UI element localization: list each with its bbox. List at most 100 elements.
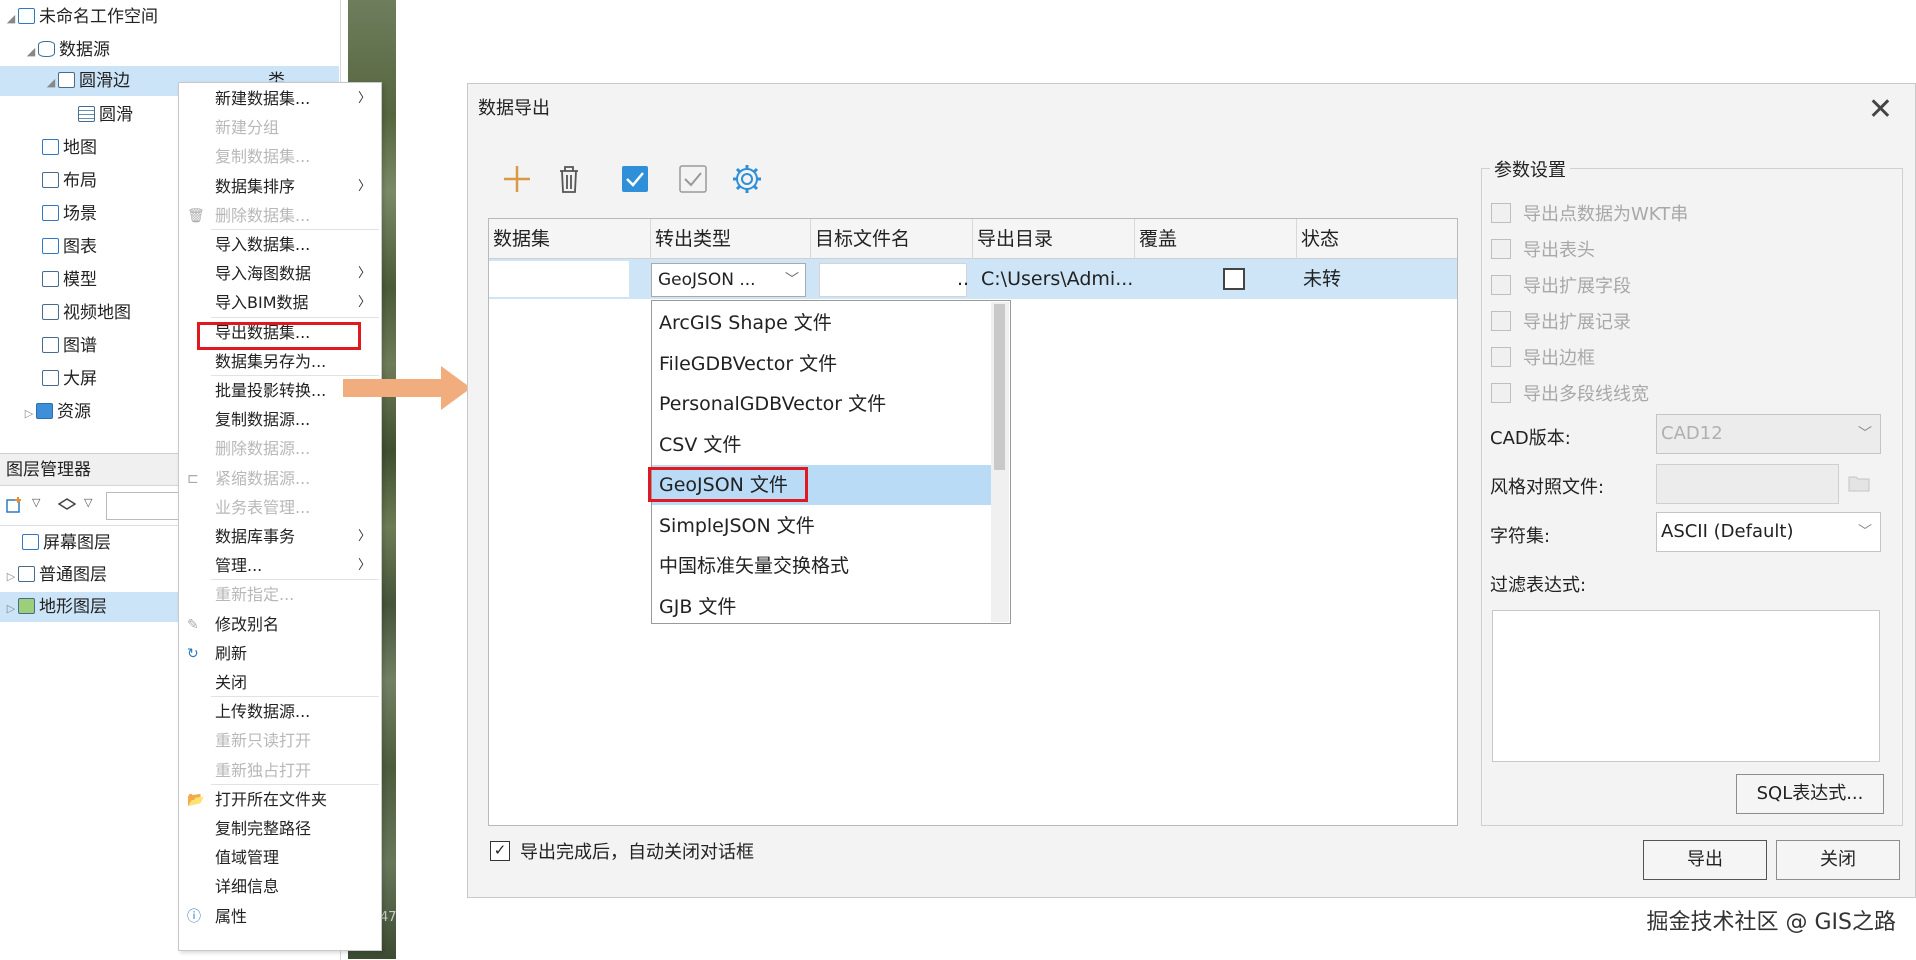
menu-item[interactable]: 值域管理 (179, 843, 381, 872)
menu-item[interactable]: 上传数据源... (179, 697, 381, 726)
settings-gear-icon[interactable] (728, 160, 766, 198)
datasource-context-menu: 新建数据集... 〉新建分组 复制数据集... 数据集排序〉删除数据集... 🗑 导入数据… (178, 82, 382, 951)
cad-version-select[interactable]: CAD12 ﹀ (1656, 414, 1881, 454)
cad-version-label: CAD版本: (1490, 428, 1571, 449)
dropdown-option[interactable]: SimpleJSON 文件 (652, 506, 991, 546)
column-header[interactable]: 数据集 (489, 219, 651, 259)
layer-item[interactable]: 屏幕图层 (22, 528, 111, 558)
tree-item-resources[interactable]: ▷ 资源 (22, 397, 91, 427)
menu-item[interactable]: 关闭 (179, 668, 381, 697)
dropdown-option[interactable]: GJB 文件 (652, 587, 991, 627)
folder-icon (36, 403, 53, 419)
menu-item[interactable]: 详细信息 (179, 872, 381, 901)
screen-layer-icon (22, 534, 39, 550)
menu-item[interactable]: 导入海图数据〉 (179, 259, 381, 288)
database-icon (58, 72, 75, 88)
layer-item[interactable]: ▷ 普通图层 (4, 560, 107, 590)
tree-item-layouts[interactable]: 布局 (42, 166, 97, 196)
menu-item[interactable]: 数据库事务〉 (179, 522, 381, 551)
tree-item-graphs[interactable]: 图谱 (42, 331, 97, 361)
menu-item[interactable]: 管理... 〉 (179, 551, 381, 580)
target-filename-input[interactable] (819, 263, 967, 297)
menu-item[interactable]: 导入数据集... (179, 230, 381, 259)
chevron-down-icon[interactable]: ▽ (84, 496, 92, 509)
menu-item[interactable]: 刷新 ↻ (179, 639, 381, 668)
wkt-checkbox[interactable]: 导出点数据为WKT串 (1491, 202, 1688, 228)
ext-field-checkbox[interactable]: 导出扩展字段 (1491, 274, 1631, 300)
sql-expression-button[interactable]: SQL表达式... (1736, 774, 1884, 814)
polyline-width-checkbox[interactable]: 导出多段线线宽 (1491, 382, 1649, 408)
expand-arrow-icon[interactable]: ▷ (22, 399, 36, 429)
video-map-icon (42, 304, 59, 320)
export-item-highlight (197, 322, 361, 350)
layers-icon[interactable] (58, 497, 76, 513)
folder-icon[interactable] (1848, 474, 1870, 492)
column-header[interactable]: 目标文件名 (811, 219, 973, 259)
collapse-arrow-icon[interactable]: ◢ (44, 68, 58, 98)
tree-item-screens[interactable]: 大屏 (42, 364, 97, 394)
column-header[interactable]: 覆盖 (1135, 219, 1297, 259)
add-icon[interactable] (498, 160, 536, 198)
expand-arrow-icon[interactable]: ▷ (4, 594, 18, 624)
menu-item[interactable]: 新建数据集... 〉 (179, 84, 381, 113)
dataset-cell[interactable] (489, 261, 629, 297)
delete-icon[interactable] (550, 160, 588, 198)
menu-item: 重新独占打开 (215, 760, 312, 780)
column-header[interactable]: 导出目录 (973, 219, 1135, 259)
close-button[interactable]: 关闭 (1776, 840, 1900, 880)
tree-item-scenes[interactable]: 场景 (42, 199, 97, 229)
watermark: 掘金技术社区 @ GIS之路 (1646, 910, 1897, 935)
tree-item-video-maps[interactable]: 视频地图 (42, 298, 131, 328)
menu-item: 重新指定... (215, 585, 295, 605)
overwrite-checkbox[interactable] (1223, 268, 1245, 290)
dropdown-option[interactable]: PersonalGDBVector 文件 (652, 384, 991, 424)
collapse-arrow-icon[interactable]: ◢ (24, 37, 38, 67)
dropdown-option[interactable]: ArcGIS Shape 文件 (652, 303, 991, 343)
tree-item-maps[interactable]: 地图 (42, 133, 97, 163)
column-header[interactable]: 状态 (1297, 219, 1457, 259)
ext-record-checkbox[interactable]: 导出扩展记录 (1491, 310, 1631, 336)
dropdown-option[interactable]: FileGDBVector 文件 (652, 344, 991, 384)
chevron-down-icon: ﹀ (1858, 524, 1872, 540)
filename-ellipsis: .. (957, 268, 970, 290)
dropdown-scrollbar[interactable] (991, 302, 1009, 622)
chevron-down-icon: ﹀ (1858, 426, 1872, 442)
collapse-arrow-icon[interactable]: ◢ (4, 4, 18, 34)
close-icon[interactable]: ✕ (1868, 92, 1893, 127)
dropdown-option[interactable]: CSV 文件 (652, 425, 991, 465)
menu-item[interactable]: 复制完整路径 (179, 814, 381, 843)
screen-icon (42, 370, 59, 386)
export-type-select[interactable]: GeoJSON ... ﹀ (651, 263, 806, 297)
add-layer-icon[interactable] (6, 497, 24, 513)
scrollbar-thumb[interactable] (994, 304, 1005, 470)
filter-expression-textarea[interactable] (1492, 610, 1880, 762)
dropdown-option[interactable]: 中国标准矢量交换格式 (652, 546, 991, 586)
tree-item-models[interactable]: 模型 (42, 265, 97, 295)
tree-item-dataset[interactable]: 圆滑 (78, 100, 133, 130)
menu-item[interactable]: 修改别名 ✎ (179, 610, 381, 639)
border-checkbox[interactable]: 导出边框 (1491, 346, 1595, 372)
tree-item-datasources[interactable]: ◢ 数据源 (24, 35, 110, 65)
style-file-input[interactable] (1656, 464, 1839, 504)
geojson-highlight (648, 467, 808, 502)
menu-item[interactable]: 数据集排序〉 (179, 172, 381, 201)
tree-item-charts[interactable]: 图表 (42, 232, 97, 262)
auto-close-checkbox[interactable]: ✓ 导出完成后，自动关闭对话框 (490, 841, 754, 865)
params-legend: 参数设置 (1490, 156, 1570, 182)
column-header[interactable]: 转出类型 (651, 219, 811, 259)
table-row[interactable]: GeoJSON ... ﹀ .. C:\Users\Admi... 未转 (489, 259, 1457, 299)
compress-icon: ⊏ (187, 470, 199, 487)
expand-arrow-icon[interactable]: ▷ (4, 562, 18, 592)
tree-item-workspace[interactable]: ◢ 未命名工作空间 (4, 2, 158, 32)
menu-item[interactable]: 属性 ⓘ (179, 902, 381, 931)
select-all-icon[interactable] (616, 160, 654, 198)
menu-item[interactable]: 打开所在文件夹 📂 (179, 785, 381, 814)
charset-select[interactable]: ASCII (Default) ﹀ (1656, 512, 1881, 552)
menu-item[interactable]: 导入BIM数据〉 (179, 288, 381, 317)
graph-icon (42, 337, 59, 353)
header-checkbox[interactable]: 导出表头 (1491, 238, 1595, 264)
chevron-down-icon[interactable]: ▽ (32, 496, 40, 509)
export-directory-cell[interactable]: C:\Users\Admi... (975, 259, 1135, 299)
invert-select-icon[interactable] (674, 160, 712, 198)
export-button[interactable]: 导出 (1643, 840, 1767, 880)
